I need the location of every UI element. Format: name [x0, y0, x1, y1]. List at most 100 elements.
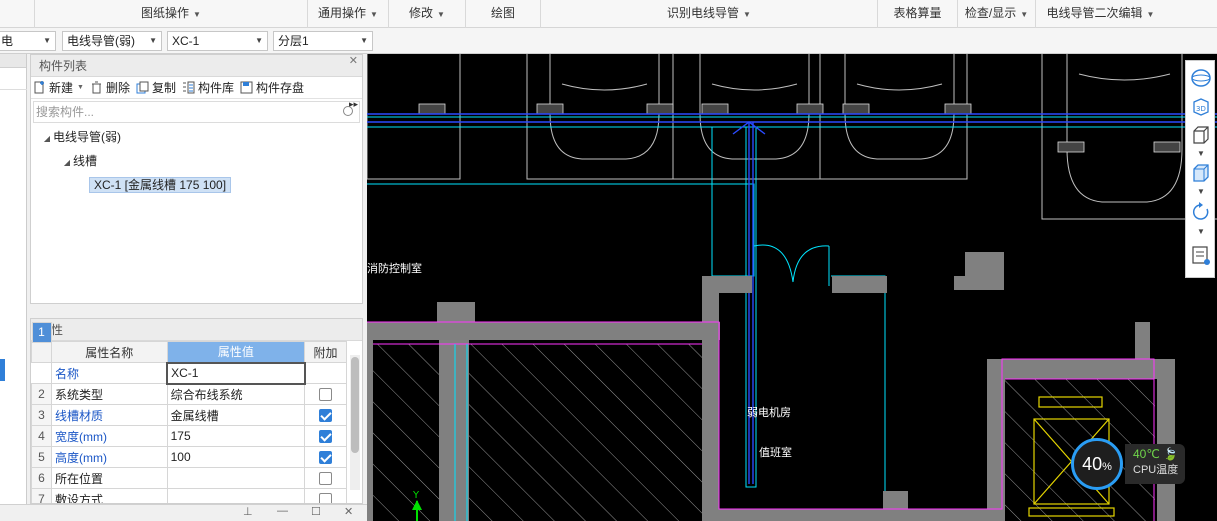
cube-solid-icon[interactable]	[1190, 163, 1212, 183]
table-row[interactable]: 2 系统类型 综合布线系统	[31, 383, 347, 405]
library-button[interactable]: 构件库	[182, 79, 234, 96]
parking-bays	[367, 54, 1217, 220]
properties-scrollbar[interactable]	[350, 355, 360, 490]
chevron-down-icon[interactable]: ▼	[1186, 149, 1216, 158]
row-num: 7	[31, 488, 52, 503]
layer-view-icon[interactable]	[1190, 245, 1212, 267]
table-row[interactable]: 5 高度(mm) 100	[31, 446, 347, 468]
view-sphere-icon[interactable]	[1190, 67, 1212, 89]
close-icon[interactable]: ✕	[344, 505, 353, 518]
prop-value[interactable]	[166, 488, 306, 503]
ribbon-group-recognize-conduit[interactable]: 识别电线导管 ▼	[540, 0, 877, 28]
scrollbar-thumb[interactable]	[351, 357, 359, 453]
divider	[0, 89, 27, 90]
table-row[interactable]: 6 所在位置	[31, 467, 347, 489]
row-num: 6	[31, 467, 52, 489]
select-value: XC-1	[172, 34, 200, 48]
checkbox-checked[interactable]	[319, 451, 333, 465]
delete-button[interactable]: 删除	[90, 79, 130, 96]
copy-button[interactable]: 复制	[136, 79, 176, 96]
hatch-area	[469, 344, 702, 521]
restore-icon[interactable]: ☐	[311, 505, 321, 518]
table-row[interactable]: 3 线槽材质 金属线槽	[31, 404, 347, 426]
table-header-row: 属性名称 属性值 附加	[31, 341, 347, 363]
component-list-panel: 构件列表 ✕ 新建 ▼ 删除 复制 构件库 构件存盘 ▸▸ 搜索构件... ◢ 电…	[30, 54, 363, 304]
rotate-icon[interactable]	[1190, 201, 1212, 223]
prop-extra	[304, 488, 347, 503]
triangle-down-icon: ◢	[43, 134, 51, 143]
tree-node-leaf[interactable]: XC-1 [金属线槽 175 100]	[31, 173, 362, 197]
fixtures	[418, 103, 1181, 153]
search-placeholder: 搜索构件...	[36, 105, 95, 119]
prop-name: 系统类型	[50, 383, 168, 405]
checkbox[interactable]	[319, 493, 333, 503]
prop-value[interactable]: 100	[166, 446, 306, 468]
ribbon-group-draw[interactable]: 绘图	[465, 0, 540, 28]
chevron-down-icon: ▼	[360, 36, 368, 45]
type-select[interactable]: 电线导管(弱) ▼	[62, 31, 162, 51]
table-row[interactable]: 4 宽度(mm) 175	[31, 425, 347, 447]
nav-selected-marker	[0, 359, 5, 381]
component-toolbar: 新建 ▼ 删除 复制 构件库 构件存盘 ▸▸	[31, 77, 362, 109]
left-nav-panel	[0, 54, 27, 504]
properties-table: 属性名称 属性值 附加 1 名称 XC-1 2 系统类型 综合布线系统 3 线槽…	[31, 322, 347, 503]
tree-node-child[interactable]: ◢ 线槽	[31, 149, 362, 173]
ribbon-group-modify[interactable]: 修改 ▼	[388, 0, 465, 28]
component-select[interactable]: XC-1 ▼	[167, 31, 268, 51]
trash-icon	[91, 81, 101, 94]
header-extra: 附加	[304, 341, 347, 363]
header-name: 属性名称	[50, 341, 168, 363]
close-icon[interactable]: ✕	[349, 319, 358, 322]
ribbon-label: 电线导管二次编辑	[1046, 6, 1143, 20]
cpu-temp-widget[interactable]: 40℃ 🍃 CPU温度 40%	[1071, 438, 1186, 490]
pin-icon[interactable]: ⊥	[243, 505, 253, 518]
checkbox[interactable]	[319, 472, 333, 486]
table-row[interactable]: 1 名称 XC-1	[31, 322, 347, 385]
checkbox[interactable]	[319, 388, 333, 402]
ribbon-group-conduit-edit[interactable]: 电线导管二次编辑 ▼	[1035, 0, 1165, 28]
view-toolbar: 3D ▼ ▼ ▼	[1185, 60, 1215, 278]
ribbon-group-common-ops[interactable]: 通用操作 ▼	[307, 0, 388, 28]
save-component-button[interactable]: 构件存盘	[240, 79, 304, 96]
checkbox-checked[interactable]	[319, 430, 333, 444]
cube-view-icon[interactable]	[1190, 125, 1212, 145]
prop-value[interactable]	[166, 467, 306, 489]
properties-title: 属性	[31, 319, 362, 341]
cad-label-room2: 弱电机房	[747, 405, 791, 419]
new-button[interactable]: 新建 ▼	[33, 79, 84, 96]
chevron-down-icon: ▼	[149, 36, 157, 45]
close-icon[interactable]: ✕	[349, 54, 358, 67]
prop-value-input[interactable]: XC-1	[166, 361, 306, 385]
chevron-down-icon: ▼	[437, 10, 445, 19]
component-list-title: 构件列表	[31, 55, 362, 77]
layer-select[interactable]: 分层1 ▼	[273, 31, 373, 51]
left-nav-header	[0, 54, 26, 68]
ribbon-group-drawing-ops[interactable]: 图纸操作 ▼	[34, 0, 307, 28]
chevron-down-icon[interactable]: ▼	[1186, 227, 1216, 236]
ribbon-label: 检查/显示	[964, 6, 1017, 20]
prop-value[interactable]: 175	[166, 425, 306, 447]
ribbon-group-check-display[interactable]: 检查/显示 ▼	[957, 0, 1035, 28]
prop-value[interactable]: 综合布线系统	[166, 383, 306, 405]
chevron-down-icon: ▼	[77, 84, 84, 91]
panel-title-text: 构件列表	[39, 59, 88, 73]
select-value: 电线导管(弱)	[67, 34, 135, 48]
chevron-down-icon: ▼	[193, 10, 201, 19]
chevron-down-icon[interactable]: ▼	[1186, 187, 1216, 196]
discipline-select[interactable]: 电 ▼	[0, 31, 56, 51]
minimize-icon[interactable]: —	[277, 505, 288, 517]
table-row[interactable]: 7 敷设方式	[31, 488, 347, 503]
3d-view-icon[interactable]: 3D	[1190, 97, 1212, 117]
ribbon-label: 识别电线导管	[667, 6, 740, 20]
checkbox-checked[interactable]	[319, 409, 333, 423]
axis-y-label: Y	[412, 490, 420, 501]
library-label: 构件库	[197, 81, 234, 95]
tree-node-root[interactable]: ◢ 电线导管(弱)	[31, 125, 362, 149]
header-value: 属性值	[166, 341, 306, 363]
prop-extra	[304, 383, 347, 405]
panel-bottom-bar: ⊥ — ☐ ✕	[0, 504, 367, 521]
prop-value[interactable]: 金属线槽	[166, 404, 306, 426]
component-search-input[interactable]: 搜索构件...	[33, 101, 360, 123]
library-icon	[182, 81, 195, 94]
ribbon-group-table-calc[interactable]: 表格算量	[877, 0, 957, 28]
